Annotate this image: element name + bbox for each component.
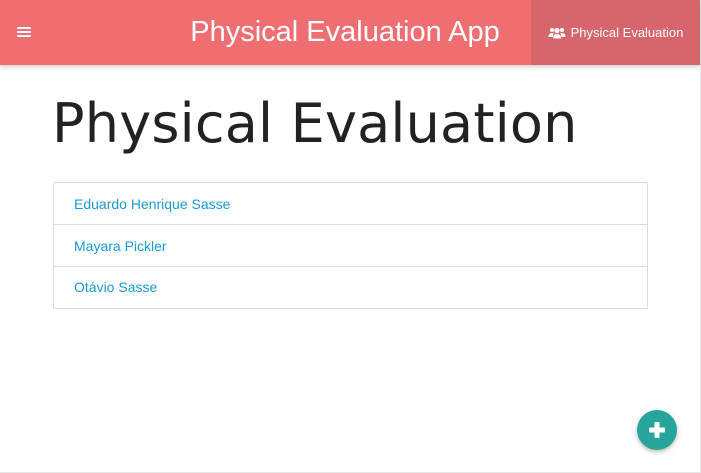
list-item[interactable]: Eduardo Henrique Sasse bbox=[54, 183, 647, 225]
people-list: Eduardo Henrique Sasse Mayara Pickler Ot… bbox=[53, 182, 648, 309]
app-title: Physical Evaluation App bbox=[190, 16, 500, 48]
app-window: Physical Evaluation App Physical Evaluat… bbox=[0, 0, 701, 473]
top-navbar: Physical Evaluation App Physical Evaluat… bbox=[0, 0, 700, 65]
list-item[interactable]: Mayara Pickler bbox=[54, 225, 647, 267]
hamburger-menu-icon bbox=[17, 26, 31, 38]
menu-toggle-button[interactable] bbox=[12, 18, 36, 46]
users-icon bbox=[548, 27, 566, 38]
nav-link-label: Physical Evaluation bbox=[570, 25, 684, 40]
page-title: Physical Evaluation bbox=[52, 92, 578, 155]
nav-link-physical-evaluation[interactable]: Physical Evaluation bbox=[531, 0, 700, 65]
add-button[interactable] bbox=[637, 410, 677, 450]
plus-icon bbox=[649, 422, 665, 438]
list-item[interactable]: Otávio Sasse bbox=[54, 267, 647, 308]
